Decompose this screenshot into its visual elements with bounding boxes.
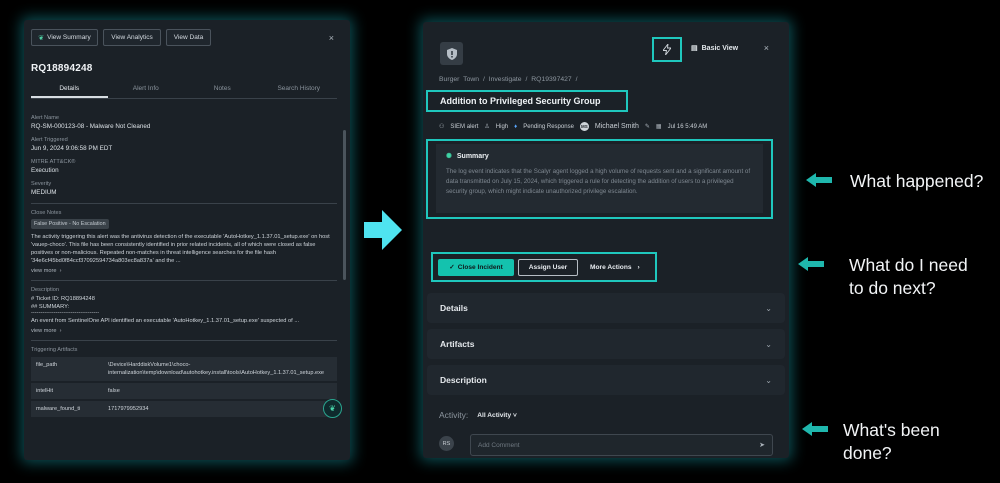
chevron-down-icon: ⌄ — [765, 339, 772, 349]
description-line: # Ticket ID: RQ18894248 — [31, 296, 95, 302]
close-icon[interactable]: × — [764, 43, 769, 53]
description-line: ## SUMMARY: — [31, 304, 70, 310]
check-icon: ✓ — [449, 264, 455, 271]
close-notes-label: Close Notes — [31, 210, 62, 216]
avatar: RS — [439, 436, 454, 451]
close-icon[interactable]: × — [329, 33, 334, 43]
close-notes-tag: False Positive - No Escalation — [31, 219, 109, 229]
layout-icon: ▤ — [691, 45, 698, 52]
mitre-value: Execution — [31, 167, 59, 174]
tab-notes[interactable]: Notes — [184, 84, 261, 98]
artifact-key: malware_found_ti — [31, 400, 103, 419]
avatar: MS — [579, 122, 589, 131]
callout-next-steps: What do I need to do next? — [849, 255, 968, 298]
callout-what-happened: What happened? — [850, 171, 984, 191]
chevron-right-icon: › — [637, 263, 640, 271]
section-artifacts[interactable]: Artifacts ⌄ — [427, 329, 785, 359]
left-arrow-icon — [806, 173, 832, 187]
mitre-label: MITRE ATT&CK® — [31, 159, 76, 165]
close-notes-text: The activity triggering this alert was t… — [31, 234, 330, 264]
source-label: SIEM alert — [450, 123, 479, 130]
actions-highlight: ✓ Close Incident Assign User More Action… — [431, 252, 657, 282]
view-more-link[interactable]: view more › — [31, 328, 337, 334]
alert-name-label: Alert Name — [31, 115, 59, 121]
scrollbar[interactable] — [343, 130, 346, 280]
comment-input[interactable]: Add Comment ➤ — [470, 434, 773, 456]
chevron-down-icon: ⌄ — [765, 375, 772, 385]
description-label: Description — [31, 287, 59, 293]
artifact-key: intelHit — [31, 382, 103, 401]
view-more-link[interactable]: view more › — [31, 268, 337, 274]
assign-user-button[interactable]: Assign User — [518, 258, 578, 276]
divider — [31, 340, 337, 341]
alert-name-value: RQ-SM-000123-08 - Malware Not Cleaned — [31, 123, 151, 130]
more-actions-button[interactable]: More Actions › — [582, 259, 640, 276]
left-arrow-icon — [802, 422, 828, 436]
send-icon[interactable]: ➤ — [759, 441, 765, 449]
assistant-icon[interactable]: ❦ — [323, 399, 342, 418]
section-details[interactable]: Details ⌄ — [427, 293, 785, 323]
basic-view-toggle[interactable]: ▤ Basic View — [691, 44, 738, 53]
breadcrumb-item[interactable]: RQ19397427 — [531, 76, 571, 83]
triggering-artifacts-label: Triggering Artifacts — [31, 347, 78, 353]
callout-whats-done: What's been done? — [843, 420, 940, 463]
assignee-name: Michael Smith — [594, 123, 639, 130]
incident-meta: ⚇ SIEM alert ♙ High ♦ Pending Response M… — [439, 122, 707, 131]
alert-id-title: RQ18894248 — [31, 63, 93, 74]
severity-label: High — [495, 123, 509, 130]
shield-icon — [440, 42, 463, 65]
calendar-icon: ▦ — [655, 124, 662, 130]
details-content: Alert Name RQ-SM-000123-08 - Malware Not… — [31, 115, 337, 419]
leaf-icon: ❦ — [38, 34, 45, 42]
artifact-value: \Device\HarddiskVolume1\choco-internaliz… — [103, 357, 337, 383]
tab-alert-info[interactable]: Alert Info — [108, 84, 185, 98]
breadcrumb: Burger Town / Investigate / RQ19397427 / — [439, 76, 578, 83]
tab-details[interactable]: Details — [31, 84, 108, 98]
chevron-down-icon: ⌄ — [765, 303, 772, 313]
edit-icon[interactable]: ✎ — [645, 123, 650, 130]
alert-icon: ♙ — [484, 124, 490, 130]
lightning-icon[interactable] — [652, 37, 682, 62]
summary-highlight: ✺ Summary The log event indicates that t… — [426, 139, 773, 219]
table-row: malware_found_ti 1717979952934 — [31, 400, 337, 419]
summary-heading: ✺ Summary — [446, 152, 489, 161]
alert-triggered-value: Jun 9, 2024 9:06:58 PM EDT — [31, 145, 113, 152]
incident-date: Jul 16 5:49 AM — [667, 123, 708, 130]
tab-search-history[interactable]: Search History — [261, 84, 338, 98]
tab-bar: Details Alert Info Notes Search History — [31, 84, 337, 99]
view-analytics-button[interactable]: View Analytics — [103, 29, 161, 46]
description-line: An event from SentinelOne API identified… — [31, 318, 300, 324]
view-data-button[interactable]: View Data — [166, 29, 211, 46]
left-arrow-icon — [798, 257, 824, 271]
close-incident-button[interactable]: ✓ Close Incident — [438, 258, 514, 276]
artifact-value: false — [103, 382, 337, 401]
user-icon: ⚇ — [439, 124, 445, 130]
breadcrumb-item[interactable]: Investigate — [489, 76, 522, 83]
status-badge: Pending Response — [523, 123, 574, 130]
artifact-key: file_path — [31, 357, 103, 383]
severity-label: Severity — [31, 181, 52, 187]
table-row: file_path \Device\HarddiskVolume1\choco-… — [31, 357, 337, 383]
incident-panel: ▤ Basic View × Burger Town / Investigate… — [423, 22, 789, 458]
activity-filter[interactable]: All Activity ˅ — [477, 412, 517, 419]
summary-icon: ✺ — [446, 153, 452, 160]
artifacts-table: file_path \Device\HarddiskVolume1\choco-… — [31, 357, 337, 419]
divider — [31, 280, 337, 281]
activity-label: Activity: — [439, 410, 469, 420]
view-summary-button[interactable]: ❦ View Summary — [31, 29, 98, 46]
artifact-value: 1717979952934 — [103, 400, 337, 419]
right-arrow-icon — [364, 210, 402, 250]
status-icon: ♦ — [514, 123, 518, 130]
alert-triggered-label: Alert Triggered — [31, 137, 68, 143]
summary-card: ✺ Summary The log event indicates that t… — [436, 144, 763, 213]
divider — [31, 203, 337, 204]
section-description[interactable]: Description ⌄ — [427, 365, 785, 395]
breadcrumb-item[interactable]: Burger Town — [439, 76, 479, 83]
activity-header: Activity: All Activity ˅ — [439, 410, 517, 420]
summary-text: The log event indicates that the Scalyr … — [446, 168, 751, 195]
table-row: intelHit false — [31, 382, 337, 401]
alert-details-panel: ❦ View Summary View Analytics View Data … — [24, 20, 350, 460]
incident-title: Addition to Privileged Security Group — [426, 90, 628, 112]
severity-value: MEDIUM — [31, 189, 57, 196]
